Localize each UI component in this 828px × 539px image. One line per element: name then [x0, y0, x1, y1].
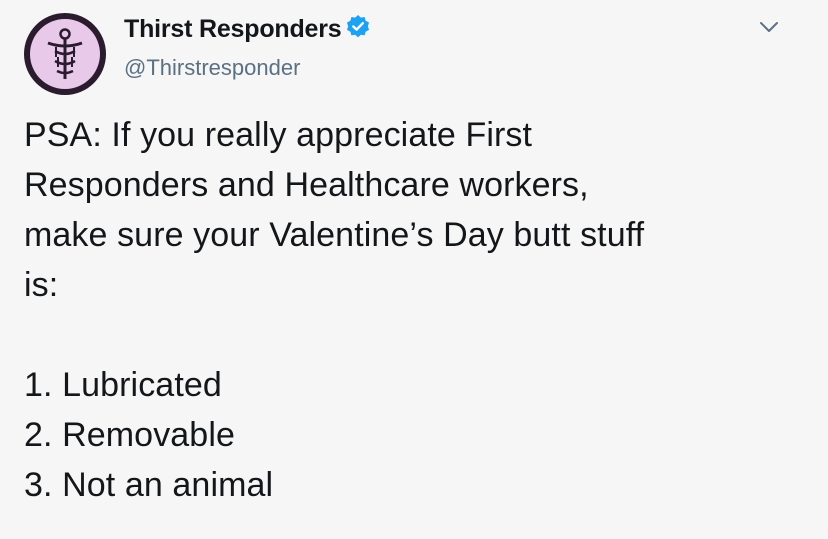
tweet-text-line: PSA: If you really appreciate First [24, 116, 533, 154]
list-item: 3. Not an animal [24, 466, 274, 504]
caduceus-icon [47, 28, 83, 79]
tweet-list: 1. Lubricated 2. Removable 3. Not an ani… [24, 360, 814, 510]
tweet-text-line: is: [24, 266, 59, 304]
tweet-text-line: make sure your Valentine’s Day butt stuf… [24, 216, 645, 254]
verified-badge-icon [345, 14, 371, 47]
tweet-card: Thirst Responders @Thirstresponder PSA: … [0, 0, 828, 539]
tweet-text-line: Responders and Healthcare workers, [24, 166, 589, 204]
display-name-text: Thirst Responders [124, 15, 342, 43]
avatar-inner [30, 19, 100, 89]
tweet-text: PSA: If you really appreciate First Resp… [24, 110, 814, 510]
display-name[interactable]: Thirst Responders [124, 14, 371, 47]
list-item: 1. Lubricated [24, 366, 222, 404]
avatar[interactable] [24, 13, 106, 95]
list-item: 2. Removable [24, 416, 235, 454]
chevron-down-icon[interactable] [756, 14, 782, 40]
handle[interactable]: @Thirstresponder [124, 55, 300, 81]
